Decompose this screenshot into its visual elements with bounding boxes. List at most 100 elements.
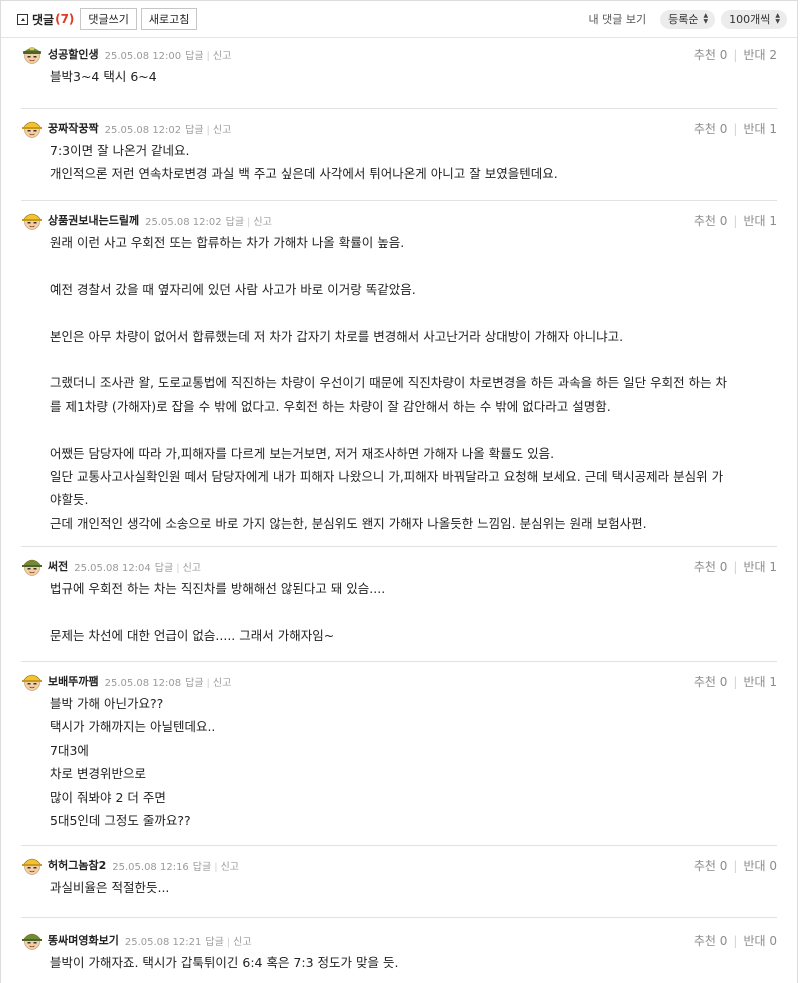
reply-link[interactable]: 답글 bbox=[155, 563, 173, 574]
write-comment-button[interactable]: 댓글쓰기 bbox=[80, 8, 137, 30]
comment-text-line: 그랬더니 조사관 왈, 도로교통법에 직진하는 차량이 우선이기 때문에 직진차… bbox=[50, 375, 728, 391]
meta-divider: | bbox=[206, 124, 210, 136]
updown-icon: ▲ ▼ bbox=[703, 12, 709, 25]
comment-text-line: 7대3에 bbox=[50, 742, 89, 758]
downvote-button[interactable]: 반대 2 bbox=[743, 48, 777, 62]
comment-text-line: 블박이 가해자죠. 택시가 갑툭튀이긴 6:4 혹은 7:3 정도가 맞을 듯. bbox=[50, 955, 399, 970]
collapse-icon[interactable] bbox=[17, 13, 28, 25]
avatar[interactable] bbox=[21, 555, 43, 577]
report-link[interactable]: 신고 bbox=[253, 217, 271, 228]
comment-author[interactable]: 써전 bbox=[48, 558, 68, 574]
sort-select-label: 등록순 bbox=[668, 13, 699, 26]
comment-divider bbox=[21, 546, 777, 547]
comment-header: 꿍짜작꿍짝 25.05.08 12:02 답글 | 신고 추천 0 | 반대 1 bbox=[21, 117, 777, 139]
upvote-button[interactable]: 추천 0 bbox=[694, 48, 728, 62]
upvote-button[interactable]: 추천 0 bbox=[694, 122, 728, 136]
downvote-button[interactable]: 반대 0 bbox=[743, 859, 777, 873]
comment-date: 25.05.08 12:00 bbox=[104, 50, 182, 62]
upvote-button[interactable]: 추천 0 bbox=[694, 214, 728, 228]
comment-date: 25.05.08 12:04 bbox=[74, 562, 151, 574]
comment-item: 써전 25.05.08 12:04 답글 | 신고 추천 0 | 반대 1 법규에 우회전 하는… bbox=[1, 555, 797, 647]
vote-counts: 추천 0 | 반대 1 bbox=[694, 212, 777, 229]
comment-text-line: 과실비율은 적절한듯... bbox=[50, 880, 170, 895]
upvote-button[interactable]: 추천 0 bbox=[694, 560, 728, 574]
page-size-select[interactable]: 100개씩 ▲ ▼ bbox=[721, 9, 787, 29]
avatar[interactable] bbox=[21, 670, 43, 692]
refresh-button[interactable]: 새로고침 bbox=[140, 8, 198, 30]
vote-counts: 추천 0 | 반대 0 bbox=[694, 857, 777, 874]
sort-select[interactable]: 등록순 ▲ ▼ bbox=[660, 9, 716, 29]
comment-author[interactable]: 성공할인생 bbox=[48, 46, 99, 62]
reply-link[interactable]: 답글 bbox=[185, 125, 203, 136]
avatar[interactable] bbox=[21, 117, 43, 139]
vote-divider: | bbox=[733, 213, 738, 228]
report-link[interactable]: 신고 bbox=[221, 862, 239, 873]
comment-body: 7:3이면 잘 나온거 같네요. 개인적으론 저런 연속차로변경 과실 백 주고 … bbox=[21, 139, 777, 186]
comment-text-line: 많이 줘봐야 2 더 주면 bbox=[50, 789, 166, 805]
comment-text-line: 블박 가해 아닌가요?? bbox=[50, 696, 164, 711]
comment-toolbar: 댓글 (7) 댓글쓰기 새로고침 내 댓글 보기 등록순 ▲ ▼ 100개씩 ▲ ▼ bbox=[1, 1, 797, 38]
vote-counts: 추천 0 | 반대 0 bbox=[694, 932, 777, 949]
downvote-button[interactable]: 반대 1 bbox=[743, 122, 777, 136]
comment-author[interactable]: 꿍짜작꿍짝 bbox=[48, 120, 99, 136]
avatar[interactable] bbox=[21, 854, 43, 876]
vote-divider: | bbox=[733, 121, 738, 136]
comment-meta: 25.05.08 12:02 답글 | 신고 bbox=[145, 213, 272, 228]
avatar[interactable] bbox=[21, 209, 43, 231]
comment-item: 보배뚜까팸 25.05.08 12:08 답글 | 신고 추천 0 | 반대 1 블박 가해 아… bbox=[1, 670, 797, 832]
avatar[interactable] bbox=[21, 929, 43, 951]
meta-divider: | bbox=[176, 562, 180, 574]
comment-author[interactable]: 허허그놈참2 bbox=[48, 857, 106, 873]
report-link[interactable]: 신고 bbox=[233, 937, 251, 948]
my-comments-link[interactable]: 내 댓글 보기 bbox=[589, 11, 647, 27]
downvote-button[interactable]: 반대 1 bbox=[743, 560, 777, 574]
comment-author[interactable]: 똥싸며영화보기 bbox=[48, 932, 119, 948]
comment-text-line bbox=[50, 348, 777, 371]
vote-divider: | bbox=[733, 47, 738, 62]
comment-body: 원래 이런 사고 우회전 또는 합류하는 차가 가해차 나올 확률이 높음. 예전… bbox=[21, 231, 777, 535]
report-link[interactable]: 신고 bbox=[213, 125, 231, 136]
comment-date: 25.05.08 12:02 bbox=[145, 216, 222, 228]
reply-link[interactable]: 답글 bbox=[185, 51, 203, 62]
upvote-button[interactable]: 추천 0 bbox=[694, 934, 728, 948]
comment-author[interactable]: 상품권보내는드릴께 bbox=[48, 212, 139, 228]
comment-date: 25.05.08 12:02 bbox=[104, 124, 182, 136]
comment-body: 블박3~4 택시 6~4 bbox=[21, 65, 777, 88]
vote-counts: 추천 0 | 반대 1 bbox=[694, 558, 777, 575]
comment-text-line: 를 제1차량 (가해자)로 잡을 수 밖에 없다고. 우회전 하는 차량이 잘 … bbox=[50, 398, 611, 414]
reply-link[interactable]: 답글 bbox=[205, 937, 223, 948]
comment-divider bbox=[21, 200, 777, 201]
comment-header: 보배뚜까팸 25.05.08 12:08 답글 | 신고 추천 0 | 반대 1 bbox=[21, 670, 777, 692]
vote-counts: 추천 0 | 반대 1 bbox=[694, 673, 777, 690]
toolbar-right: 내 댓글 보기 등록순 ▲ ▼ 100개씩 ▲ ▼ bbox=[589, 9, 787, 29]
report-link[interactable]: 신고 bbox=[213, 678, 231, 689]
report-link[interactable]: 신고 bbox=[183, 563, 201, 574]
reply-link[interactable]: 답글 bbox=[193, 862, 211, 873]
comment-text-line: 일단 교통사고사실확인원 떼서 담당자에게 내가 피해자 나왔으니 가,피해자 … bbox=[50, 469, 724, 484]
comment-author[interactable]: 보배뚜까팸 bbox=[48, 673, 99, 689]
comment-title[interactable]: 댓글 bbox=[32, 11, 54, 28]
comment-divider bbox=[21, 917, 777, 918]
reply-link[interactable]: 답글 bbox=[226, 217, 244, 228]
comment-item: 성공할인생 25.05.08 12:00 답글 | 신고 추천 0 | 반대 2 블박3~4 택… bbox=[1, 43, 797, 88]
comment-header: 성공할인생 25.05.08 12:00 답글 | 신고 추천 0 | 반대 2 bbox=[21, 43, 777, 65]
downvote-button[interactable]: 반대 0 bbox=[743, 934, 777, 948]
comment-text-line: 야할듯. bbox=[50, 492, 89, 508]
vote-divider: | bbox=[733, 858, 738, 873]
comment-text-line: 어쨌든 담당자에 따라 가,피해자를 다르게 보는거보면, 저거 재조사하면 가… bbox=[50, 445, 555, 461]
upvote-button[interactable]: 추천 0 bbox=[694, 675, 728, 689]
downvote-button[interactable]: 반대 1 bbox=[743, 214, 777, 228]
comment-text-line: 문제는 차선에 대한 언급이 없슴..... 그래서 가해자임~ bbox=[50, 627, 335, 643]
comment-header: 허허그놈참2 25.05.08 12:16 답글 | 신고 추천 0 | 반대 0 bbox=[21, 854, 777, 876]
comment-meta: 25.05.08 12:21 답글 | 신고 bbox=[125, 933, 252, 948]
vote-divider: | bbox=[733, 933, 738, 948]
comment-divider bbox=[21, 661, 777, 662]
reply-link[interactable]: 답글 bbox=[185, 678, 203, 689]
downvote-button[interactable]: 반대 1 bbox=[743, 675, 777, 689]
comment-date: 25.05.08 12:16 bbox=[112, 861, 189, 873]
avatar[interactable] bbox=[21, 43, 43, 65]
upvote-button[interactable]: 추천 0 bbox=[694, 859, 728, 873]
vote-counts: 추천 0 | 반대 1 bbox=[694, 120, 777, 137]
comment-text-line: 택시가 가해까지는 아닐텐데요.. bbox=[50, 719, 216, 735]
report-link[interactable]: 신고 bbox=[213, 51, 231, 62]
